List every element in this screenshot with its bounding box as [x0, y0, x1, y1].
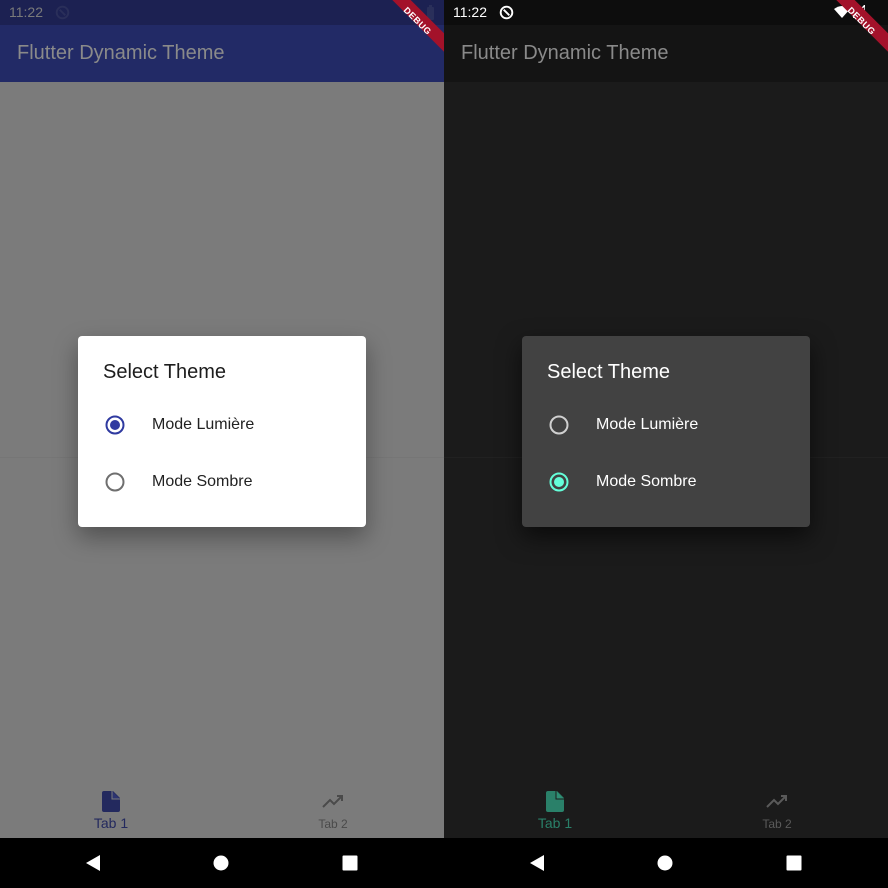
tab-2-label: Tab 2: [318, 817, 348, 831]
tab-2[interactable]: Tab 2: [273, 790, 393, 838]
file-icon: [102, 791, 120, 812]
radio-unselected-icon[interactable]: [105, 472, 125, 492]
debug-banner: DEBUG: [384, 0, 444, 60]
bottom-navigation: Tab 1 Tab 2: [444, 790, 888, 838]
status-bar: 11:22: [0, 0, 444, 25]
option-mode-lumiere[interactable]: Mode Lumière: [522, 401, 810, 449]
app-title: Flutter Dynamic Theme: [461, 42, 669, 64]
system-nav-left: [0, 838, 444, 888]
system-navigation-bar: [0, 838, 888, 888]
radio-unselected-icon[interactable]: [549, 415, 569, 435]
recents-icon[interactable]: [786, 855, 802, 871]
option-label: Mode Sombre: [152, 473, 253, 490]
option-label: Mode Sombre: [596, 473, 697, 490]
status-bar: 11:22: [444, 0, 888, 25]
debug-banner: DEBUG: [828, 0, 888, 60]
debug-label: DEBUG: [845, 5, 878, 37]
tab-1-label: Tab 1: [537, 815, 573, 831]
tab-1[interactable]: Tab 1: [495, 790, 615, 838]
dialog-title: Select Theme: [103, 361, 227, 383]
select-theme-dialog: Select Theme Mode Lumière Mode Sombre: [78, 336, 366, 527]
file-icon: [546, 791, 564, 812]
option-mode-lumiere[interactable]: Mode Lumière: [78, 401, 366, 449]
app-bar: Flutter Dynamic Theme: [0, 25, 444, 82]
bottom-navigation: Tab 1 Tab 2: [0, 790, 444, 838]
option-label: Mode Lumière: [596, 416, 699, 433]
debug-label: DEBUG: [401, 5, 434, 37]
tab-1-label: Tab 1: [93, 815, 129, 831]
select-theme-dialog: Select Theme Mode Lumière Mode Sombre: [522, 336, 810, 527]
app-bar: Flutter Dynamic Theme: [444, 25, 888, 82]
option-label: Mode Lumière: [152, 416, 255, 433]
back-icon[interactable]: [529, 854, 545, 872]
tab-1[interactable]: Tab 1: [51, 790, 171, 838]
system-nav-right: [444, 838, 888, 888]
light-theme-screen: 11:22 Flutter Dynamic Theme Tab 1 Tab 2 …: [0, 0, 444, 838]
option-mode-sombre[interactable]: Mode Sombre: [522, 458, 810, 506]
app-title: Flutter Dynamic Theme: [17, 42, 225, 64]
recents-icon[interactable]: [342, 855, 358, 871]
home-icon[interactable]: [657, 855, 673, 871]
sync-icon: [55, 5, 70, 20]
radio-selected-icon[interactable]: [105, 415, 125, 435]
status-time: 11:22: [453, 4, 487, 20]
option-mode-sombre[interactable]: Mode Sombre: [78, 458, 366, 506]
sync-icon: [499, 5, 514, 20]
dialog-title: Select Theme: [547, 361, 671, 383]
back-icon[interactable]: [85, 854, 101, 872]
home-icon[interactable]: [213, 855, 229, 871]
trending-up-icon: [766, 795, 787, 808]
trending-up-icon: [322, 795, 343, 808]
tab-2-label: Tab 2: [762, 817, 792, 831]
radio-selected-icon[interactable]: [549, 472, 569, 492]
status-time: 11:22: [9, 4, 43, 20]
dark-theme-screen: 11:22 Flutter Dynamic Theme Tab 1 Tab 2 …: [444, 0, 888, 838]
tab-2[interactable]: Tab 2: [717, 790, 837, 838]
